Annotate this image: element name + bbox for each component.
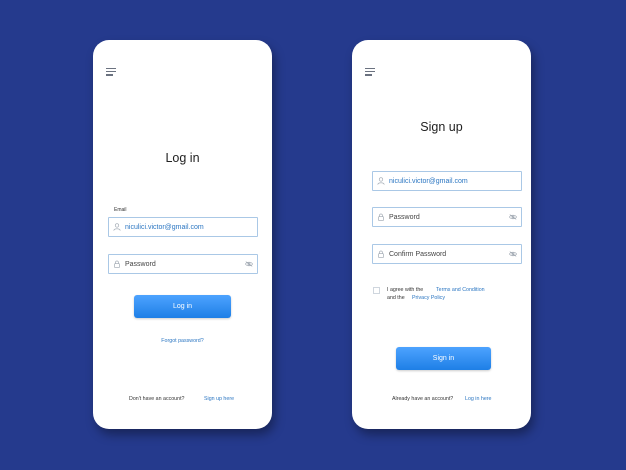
terms-link[interactable]: Terms and Condition <box>436 287 485 293</box>
eye-off-icon[interactable] <box>509 214 517 220</box>
have-account-text: Already have an account? <box>392 396 454 402</box>
menu-icon[interactable] <box>106 68 116 76</box>
signup-email-value: niculici.victor@gmail.com <box>389 177 468 185</box>
user-icon <box>113 223 121 231</box>
eye-off-icon[interactable] <box>509 251 517 257</box>
privacy-link[interactable]: Privacy Policy <box>412 295 445 301</box>
and-text: and the <box>387 295 405 301</box>
eye-off-icon[interactable] <box>245 261 253 267</box>
menu-icon[interactable] <box>365 68 375 76</box>
lock-icon <box>378 213 384 221</box>
lock-icon <box>114 260 120 268</box>
login-button[interactable]: Log in <box>134 295 231 318</box>
login-email-field[interactable]: niculici.victor@gmail.com <box>108 217 258 237</box>
signup-confirm-password-placeholder: Confirm Password <box>389 250 447 258</box>
agree-text: I agree with the <box>387 287 424 293</box>
email-label: Email <box>114 207 127 213</box>
no-account-text: Don't have an account? <box>129 396 185 402</box>
login-email-value: niculici.victor@gmail.com <box>125 223 204 231</box>
signin-button[interactable]: Sign in <box>396 347 491 370</box>
login-screen: Log in Email niculici.victor@gmail.com P… <box>93 40 272 429</box>
user-icon <box>377 177 385 185</box>
signup-screen: Sign up niculici.victor@gmail.com Passwo… <box>352 40 531 429</box>
signup-email-field[interactable]: niculici.victor@gmail.com <box>372 171 522 191</box>
login-title: Log in <box>165 151 200 165</box>
log-in-link[interactable]: Log in here <box>465 396 492 402</box>
signup-password-field[interactable]: Password <box>372 207 522 227</box>
login-password-field[interactable]: Password <box>108 254 258 274</box>
signup-title: Sign up <box>420 120 463 134</box>
lock-icon <box>378 250 384 258</box>
signup-password-placeholder: Password <box>389 213 420 221</box>
login-password-placeholder: Password <box>125 260 156 268</box>
sign-up-link[interactable]: Sign up here <box>204 396 234 402</box>
signup-confirm-password-field[interactable]: Confirm Password <box>372 244 522 264</box>
agree-checkbox[interactable] <box>373 287 380 294</box>
forgot-password-link[interactable]: Forgot password? <box>93 338 272 344</box>
